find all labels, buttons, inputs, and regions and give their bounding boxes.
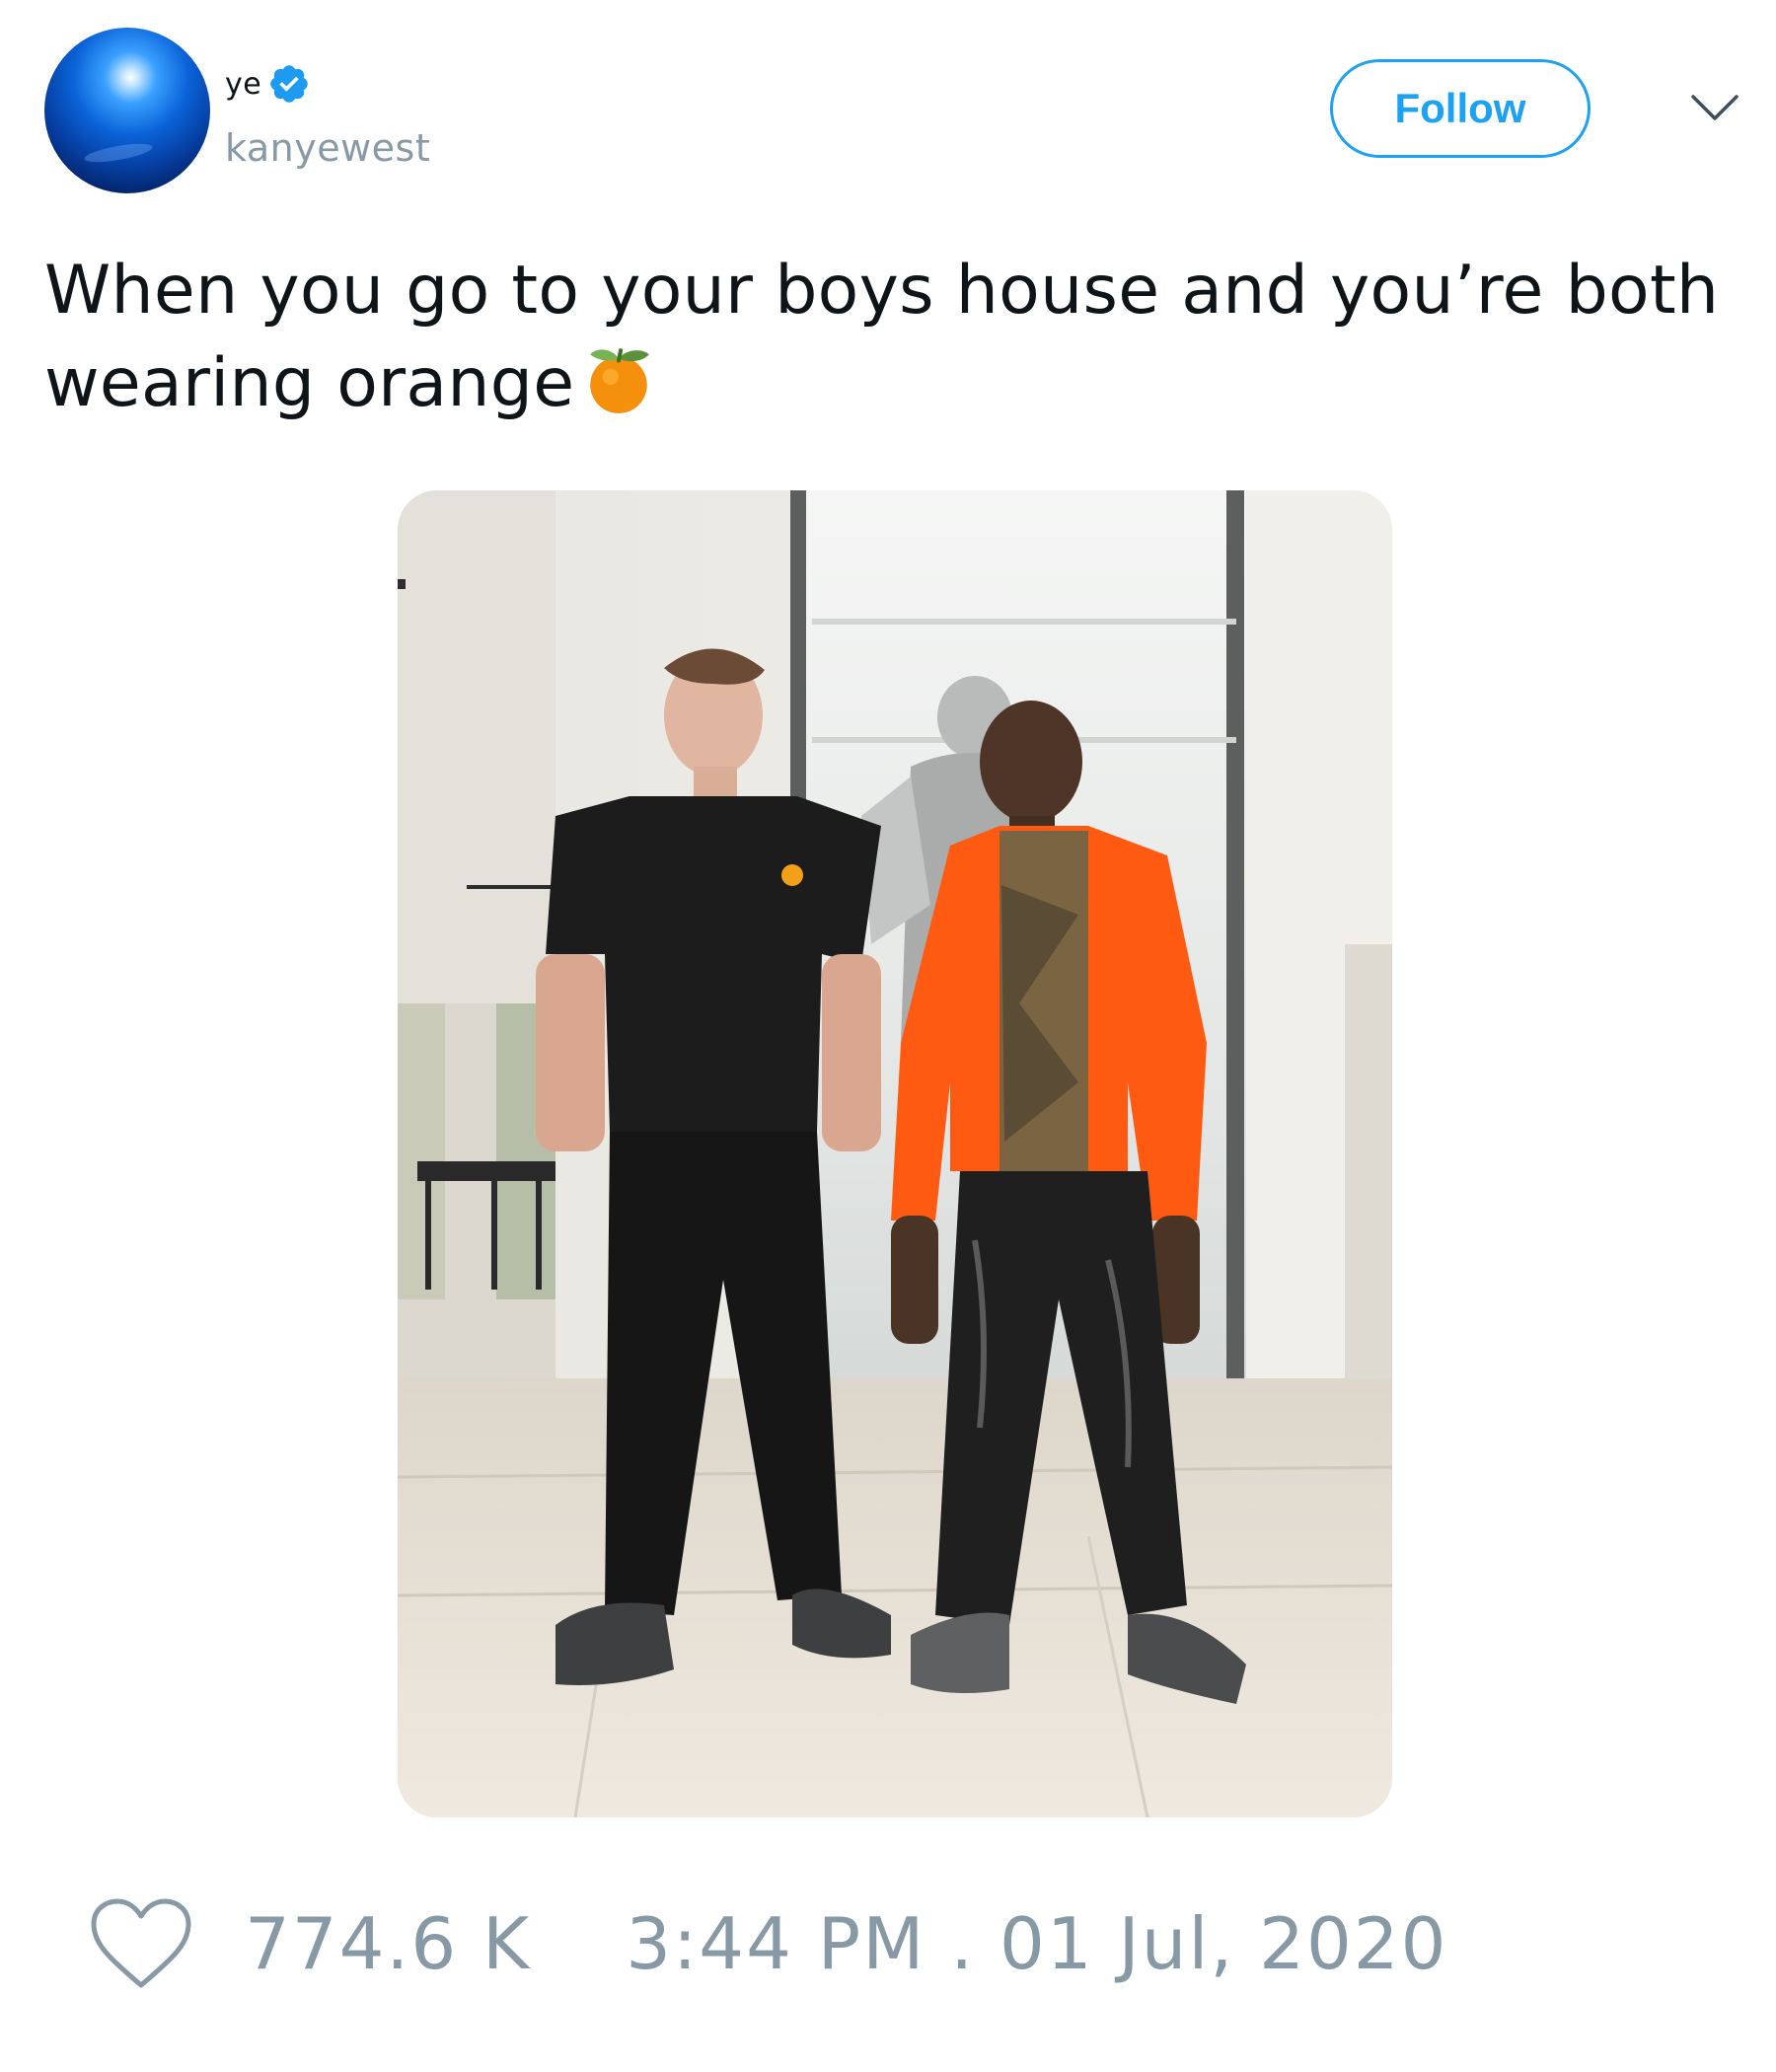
- tweet-text: When you go to your boys house and you’r…: [44, 245, 1741, 430]
- tweet-footer: 774.6 K 3:44 PM . 01 Jul, 2020: [89, 1894, 1447, 1993]
- follow-button[interactable]: Follow: [1330, 59, 1591, 158]
- display-name[interactable]: ye: [225, 67, 261, 102]
- chevron-down-icon[interactable]: [1689, 91, 1740, 126]
- heart-icon[interactable]: [89, 1896, 193, 1991]
- timestamp[interactable]: 3:44 PM . 01 Jul, 2020: [626, 1902, 1447, 1985]
- author-name-row[interactable]: ye: [225, 61, 311, 107]
- avatar-sheen: [83, 140, 154, 166]
- tweet-photo[interactable]: [398, 490, 1392, 1817]
- like-count: 774.6 K: [245, 1902, 532, 1985]
- tweet-card: ye kanyewest Follow When you go to your …: [0, 0, 1776, 2072]
- verified-badge-icon: [270, 65, 309, 103]
- tweet-text-body: When you go to your boys house and you’r…: [44, 252, 1720, 422]
- photo-illustration: [398, 490, 1392, 1817]
- tangerine-emoji-icon: [590, 348, 650, 413]
- avatar[interactable]: [44, 28, 210, 193]
- handle[interactable]: kanyewest: [225, 126, 430, 170]
